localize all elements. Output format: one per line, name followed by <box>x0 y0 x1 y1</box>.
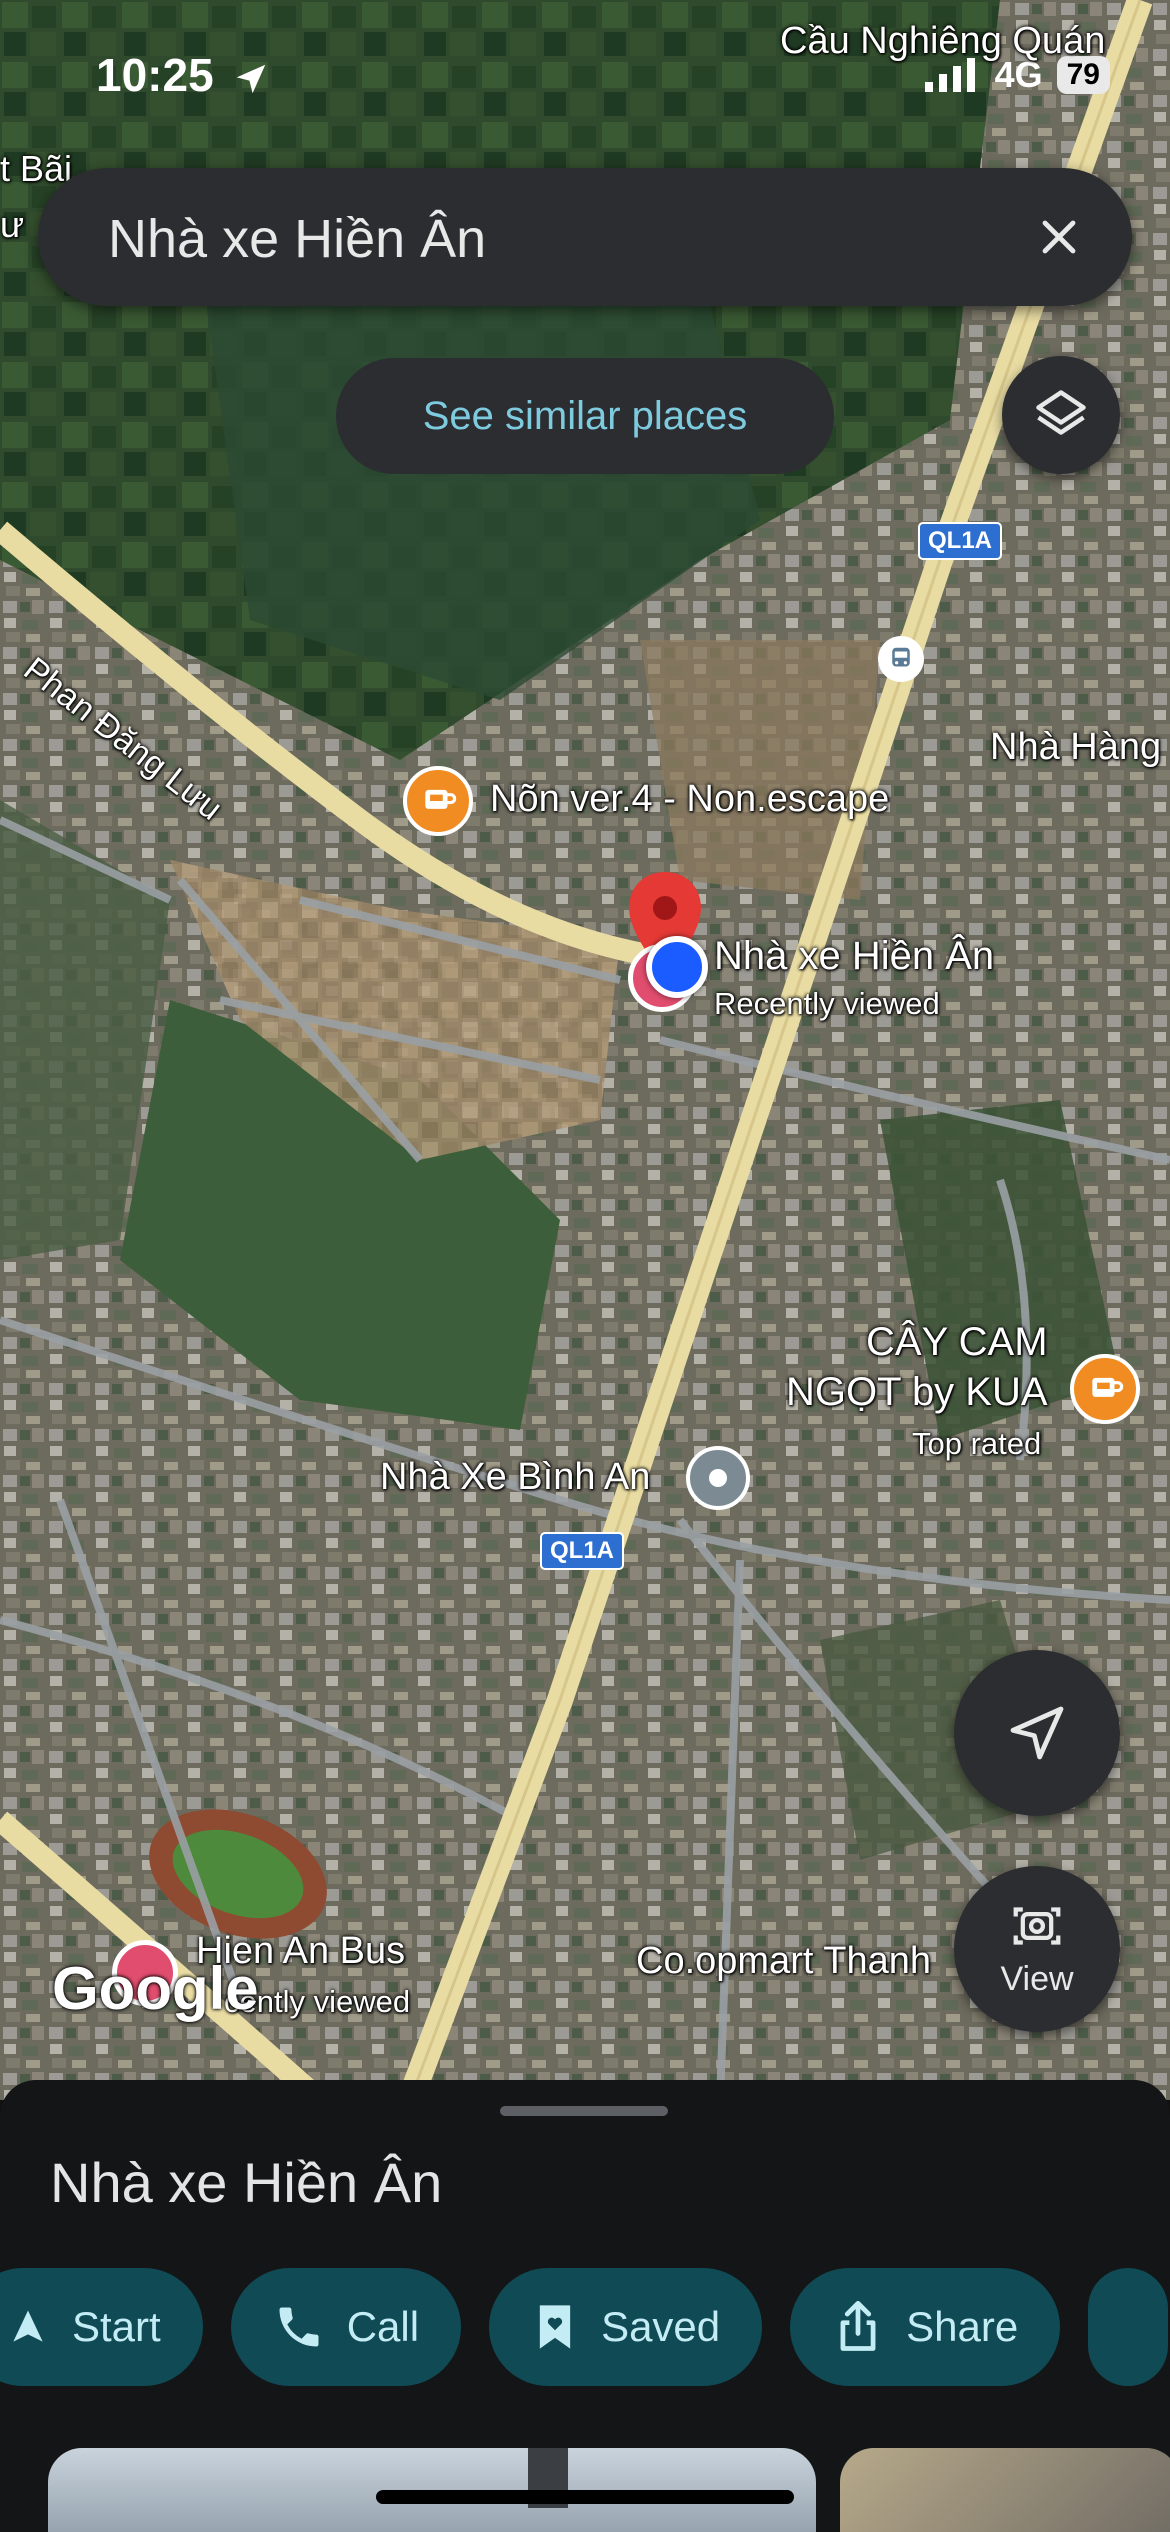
see-similar-places-button[interactable]: See similar places <box>336 358 834 474</box>
call-button[interactable]: Call <box>230 2268 462 2386</box>
bus-stop-marker[interactable] <box>878 636 924 682</box>
poi-marker-cay-cam[interactable] <box>1070 1354 1140 1424</box>
home-indicator <box>376 2490 794 2504</box>
map-label-left-top2[interactable]: ư <box>0 204 24 246</box>
share-icon <box>840 2300 876 2351</box>
google-logo: Google <box>52 1955 259 2022</box>
start-button[interactable]: Start <box>0 2268 203 2386</box>
poi-sublabel-cay-cam: Top rated <box>912 1426 1042 1461</box>
selected-place-label[interactable]: Nhà xe Hiền Ân <box>714 934 994 979</box>
action-chips: Start Call Saved Share <box>0 2268 1169 2386</box>
share-button[interactable]: Share <box>790 2268 1061 2386</box>
view-button[interactable]: View <box>954 1866 1120 2032</box>
highway-shield-ql1a-bottom: QL1A <box>540 1532 625 1570</box>
search-query[interactable]: Nhà xe Hiền Ân <box>108 208 486 270</box>
status-time: 10:25 <box>96 48 270 102</box>
camera-icon <box>1013 1906 1061 1945</box>
cafe-icon <box>1092 1377 1124 1397</box>
phone-icon <box>279 2307 319 2347</box>
highway-shield-ql1a-top: QL1A <box>918 522 1003 560</box>
poi-label-coopmart[interactable]: Co.opmart Thanh <box>636 1940 931 1983</box>
sheet-drag-handle[interactable] <box>500 2106 668 2116</box>
map-view[interactable]: 10:25 4G 79 Cầu Nghiêng Quán t Bãi ư Nhà… <box>0 0 1170 2100</box>
saved-label: Saved <box>601 2303 721 2350</box>
cafe-icon <box>425 789 457 809</box>
layers-button[interactable] <box>1002 356 1120 474</box>
poi-label-cay-cam-2[interactable]: NGỌT by KUA <box>786 1370 1048 1415</box>
search-bar[interactable]: Nhà xe Hiền Ân <box>38 168 1132 306</box>
close-icon <box>1042 220 1076 254</box>
my-location-button[interactable] <box>954 1650 1120 1816</box>
close-search-button[interactable] <box>1022 200 1096 274</box>
poi-label-non-escape[interactable]: Nõn ver.4 - Non.escape <box>490 778 889 821</box>
directions-icon <box>13 2310 43 2342</box>
map-label-top-place[interactable]: Cầu Nghiêng Quán <box>780 20 1105 63</box>
place-title: Nhà xe Hiền Ân <box>50 2151 443 2214</box>
call-label: Call <box>346 2303 420 2350</box>
start-label: Start <box>72 2303 161 2350</box>
place-bottom-sheet[interactable]: Nhà xe Hiền Ân Start Call Saved Share <box>0 2080 1170 2532</box>
saved-button[interactable]: Saved <box>489 2268 763 2386</box>
poi-marker-non-escape[interactable] <box>403 766 473 836</box>
layers-icon <box>1036 390 1086 435</box>
bookmark-icon <box>539 2305 571 2349</box>
current-location-dot <box>646 936 708 998</box>
poi-label-cay-cam-1[interactable]: CÂY CAM <box>866 1320 1048 1365</box>
time-text: 10:25 <box>96 49 214 101</box>
share-label: Share <box>906 2303 1019 2350</box>
bus-icon <box>892 647 910 667</box>
selected-place-sublabel: Recently viewed <box>714 986 940 1021</box>
poi-marker-binh-an[interactable] <box>686 1446 750 1510</box>
poi-label-binh-an[interactable]: Nhà Xe Bình An <box>380 1456 650 1499</box>
signal-icon <box>924 58 975 92</box>
map-label-nha-hang[interactable]: Nhà Hàng <box>990 726 1161 769</box>
navigation-icon <box>1010 1706 1064 1760</box>
view-label: View <box>1000 1959 1074 1998</box>
dot-icon <box>709 1469 727 1487</box>
more-actions-chip[interactable] <box>1088 2268 1169 2386</box>
place-photo-2[interactable] <box>840 2448 1170 2532</box>
location-arrow-icon <box>237 64 266 94</box>
